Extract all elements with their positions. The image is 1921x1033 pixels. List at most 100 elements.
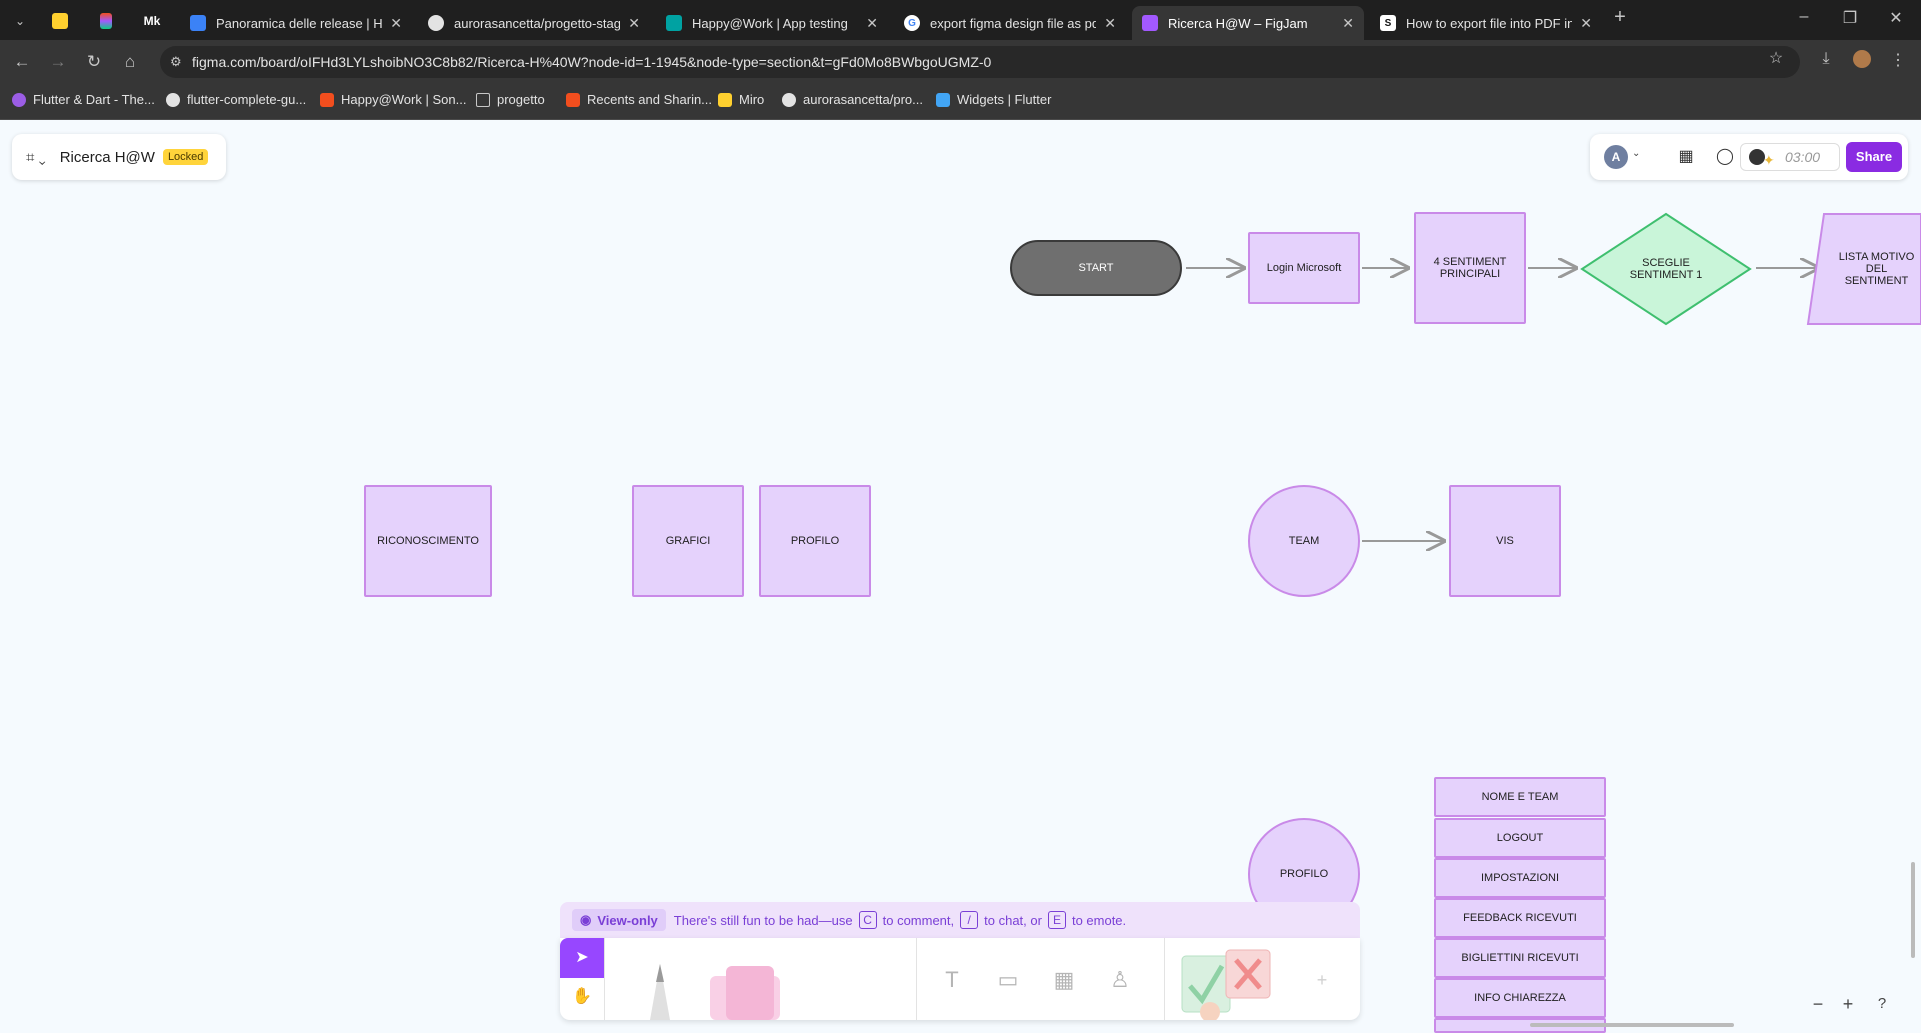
locked-badge: Locked xyxy=(162,149,209,165)
restore-button[interactable]: ❐ xyxy=(1832,8,1868,28)
share-button[interactable]: Share xyxy=(1846,142,1902,172)
comment-icon[interactable]: ◯ xyxy=(1714,146,1736,168)
bookmark-item[interactable]: progetto xyxy=(476,92,545,107)
grafici-box[interactable]: GRAFICI xyxy=(632,485,744,597)
list-item[interactable]: LOGOUT xyxy=(1434,818,1606,858)
bookmark-item[interactable]: Happy@Work | Son... xyxy=(320,92,466,107)
bookmark-item[interactable]: Flutter & Dart - The... xyxy=(12,92,155,107)
close-window-button[interactable]: ✕ xyxy=(1878,8,1914,28)
home-button[interactable]: ⌂ xyxy=(118,50,142,74)
table-tool[interactable]: ▦ xyxy=(1048,964,1080,996)
list-item[interactable]: FEEDBACK RICEVUTI xyxy=(1434,898,1606,938)
view-only-text: to comment, xyxy=(882,912,955,928)
github-icon xyxy=(782,92,796,107)
select-tool[interactable]: ➤ xyxy=(560,938,604,978)
shape-label: GRAFICI xyxy=(665,535,711,547)
view-only-text: There's still fun to be had—use xyxy=(673,912,853,928)
bookmark-item[interactable]: Miro xyxy=(718,92,764,107)
bookmark-label: Flutter & Dart - The... xyxy=(33,92,155,107)
pinned-tab-figma[interactable] xyxy=(88,8,124,34)
miro-icon xyxy=(718,92,732,107)
file-name[interactable]: Ricerca H@W xyxy=(60,149,155,166)
text-tool[interactable]: T xyxy=(936,964,968,996)
close-icon[interactable]: ✕ xyxy=(390,15,402,32)
tab-google[interactable]: G export figma design file as pdf ✕ xyxy=(894,6,1126,40)
bookmark-star-icon[interactable]: ☆ xyxy=(1764,48,1788,68)
reload-button[interactable]: ↻ xyxy=(82,50,106,74)
cursor-icon: ➤ xyxy=(575,949,589,966)
bookmark-item[interactable]: Recents and Sharin... xyxy=(566,92,712,107)
close-icon[interactable]: ✕ xyxy=(1580,15,1592,32)
address-bar[interactable]: ⚙ figma.com/board/oIFHd3LYLshoibNO3C8b82… xyxy=(160,46,1800,78)
bookmark-label: flutter-complete-gu... xyxy=(187,92,307,107)
profilo-box[interactable]: PROFILO xyxy=(759,485,871,597)
pinned-tab-mk[interactable]: Mk xyxy=(134,8,170,34)
sentimenti-box[interactable]: 4 SENTIMENT PRINCIPALI xyxy=(1414,212,1526,324)
templates-icon[interactable]: ▦ xyxy=(1675,146,1697,168)
shape-label-text: LISTA MOTIVO DEL SENTIMENT xyxy=(1838,251,1915,287)
close-icon[interactable]: ✕ xyxy=(866,15,878,32)
pen-tools[interactable] xyxy=(640,952,800,1020)
vis-box[interactable]: VIS xyxy=(1449,485,1561,597)
tab-search-button[interactable]: ⌄ xyxy=(2,8,38,34)
new-tab-button[interactable]: + xyxy=(1602,6,1638,29)
forward-button[interactable]: → xyxy=(46,50,70,74)
close-icon[interactable]: ✕ xyxy=(1342,15,1354,32)
more-tools-button[interactable]: + xyxy=(1306,964,1338,996)
list-item-label: BIGLIETTINI RICEVUTI xyxy=(1461,952,1579,964)
tab-github[interactable]: aurorasancetta/progetto-stage ✕ xyxy=(418,6,650,40)
figjam-canvas[interactable]: ⌗ ⌄ Ricerca H@W Locked A ⌄ ▦ ◯ ✦ 03:00 S… xyxy=(0,120,1921,1033)
list-item-label: FEEDBACK RICEVUTI xyxy=(1463,912,1577,924)
browser-toolbar: ← → ↻ ⌂ ⚙ figma.com/board/oIFHd3LYLshoib… xyxy=(0,40,1921,84)
stamp-tool[interactable]: ♙ xyxy=(1104,964,1136,996)
horizontal-scrollbar[interactable] xyxy=(1530,1023,1734,1027)
start-terminal[interactable]: START xyxy=(1010,240,1182,296)
vertical-scrollbar[interactable] xyxy=(1911,862,1915,958)
bookmark-item[interactable]: aurorasancetta/pro... xyxy=(782,92,923,107)
shortcut-key: / xyxy=(960,911,979,929)
hand-tool[interactable]: ✋ xyxy=(570,986,594,1010)
bookmark-item[interactable]: Widgets | Flutter xyxy=(936,92,1051,107)
profile-avatar[interactable] xyxy=(1850,50,1874,73)
bookmark-item[interactable]: flutter-complete-gu... xyxy=(166,92,306,107)
avatar[interactable]: A xyxy=(1604,145,1628,169)
tab-app-testing[interactable]: Happy@Work | App testing ✕ xyxy=(656,6,888,40)
login-box[interactable]: Login Microsoft xyxy=(1248,232,1360,304)
close-icon[interactable]: ✕ xyxy=(1104,15,1116,32)
pinned-tab-miro[interactable] xyxy=(42,8,78,34)
stickers-tool[interactable] xyxy=(1176,946,1286,1020)
lista-parallelogram[interactable]: LISTA MOTIVO DEL SENTIMENT xyxy=(1806,212,1921,326)
list-item[interactable]: INFO CHIAREZZA xyxy=(1434,978,1606,1018)
divider xyxy=(604,938,605,1020)
minimize-button[interactable]: – xyxy=(1786,8,1822,26)
team-circle[interactable]: TEAM xyxy=(1248,485,1360,597)
zoom-out-button[interactable]: − xyxy=(1806,992,1830,1016)
text-icon: T xyxy=(945,967,959,992)
list-item[interactable]: IMPOSTAZIONI xyxy=(1434,858,1606,898)
close-icon[interactable]: ✕ xyxy=(628,15,640,32)
list-item[interactable]: BIGLIETTINI RICEVUTI xyxy=(1434,938,1606,978)
back-button[interactable]: ← xyxy=(10,50,34,74)
view-only-chip[interactable]: ◉ View-only xyxy=(572,909,666,931)
list-item[interactable]: NOME E TEAM xyxy=(1434,777,1606,817)
zoom-in-button[interactable]: + xyxy=(1836,992,1860,1016)
download-icon[interactable]: ⤓ xyxy=(1814,50,1838,68)
bookmark-label: Recents and Sharin... xyxy=(587,92,713,107)
decision-diamond[interactable]: SCEGLIE SENTIMENT 1 xyxy=(1580,212,1752,326)
shape-label: VIS xyxy=(1496,535,1514,547)
site-settings-icon[interactable]: ⚙ xyxy=(170,46,182,78)
chevron-down-icon[interactable]: ⌄ xyxy=(1632,148,1640,159)
view-only-text: to emote. xyxy=(1071,912,1127,928)
list-item-label: NOME E TEAM xyxy=(1481,791,1559,803)
browser-menu-icon[interactable]: ⋮ xyxy=(1886,50,1910,70)
tab-figjam-active[interactable]: Ricerca H@W – FigJam ✕ xyxy=(1132,6,1364,40)
tab-release[interactable]: Panoramica delle release | Happ ✕ xyxy=(180,6,412,40)
figma-menu-icon[interactable]: ⌗ ⌄ xyxy=(26,149,46,166)
help-button[interactable]: ? xyxy=(1870,992,1894,1016)
tab-howto[interactable]: S How to export file into PDF in F ✕ xyxy=(1370,6,1602,40)
figma-icon xyxy=(566,92,580,107)
sparkle-icon: ✦ xyxy=(1763,152,1775,168)
timer-widget[interactable]: ✦ 03:00 xyxy=(1740,143,1840,171)
riconoscimento-box[interactable]: RICONOSCIMENTO xyxy=(364,485,492,597)
section-tool[interactable]: ▭ xyxy=(992,964,1024,996)
